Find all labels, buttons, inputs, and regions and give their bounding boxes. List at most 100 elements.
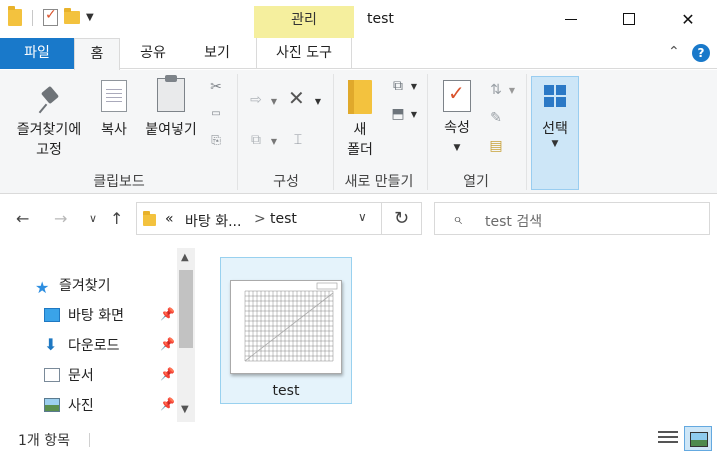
new-folder-icon[interactable] <box>64 8 80 24</box>
up-button[interactable]: ↑ <box>110 209 123 228</box>
close-button[interactable]: ✕ <box>659 0 717 38</box>
copy-to-icon[interactable]: ⧉ <box>248 132 264 148</box>
clipboard-group-label: 클립보드 <box>93 174 145 190</box>
scroll-down-icon[interactable]: ▼ <box>181 404 189 415</box>
copy-button[interactable]: 복사 <box>94 80 134 140</box>
easy-access-dropdown-icon[interactable]: ▼ <box>406 107 422 123</box>
properties-icon[interactable] <box>43 7 58 26</box>
delete-dropdown-icon[interactable]: ▼ <box>310 94 326 110</box>
status-bar: 1개 항목 <box>0 423 717 455</box>
documents-icon <box>44 368 60 382</box>
window-title: test <box>367 11 394 27</box>
cut-icon[interactable]: ✂ <box>208 79 224 95</box>
recent-locations-button[interactable]: ∨ <box>89 212 97 225</box>
breadcrumb-desktop[interactable]: 바탕 화... <box>185 211 241 231</box>
pin-to-quick-access-button[interactable]: 즐겨찾기에 고정 <box>6 86 92 160</box>
breadcrumb-separator[interactable]: > <box>254 211 266 227</box>
thumbnail-graphic <box>231 281 341 373</box>
refresh-button[interactable]: ↻ <box>382 202 422 235</box>
sidebar-item-quick-access[interactable]: ★ 즐겨찾기 <box>35 275 111 297</box>
folder-icon <box>8 6 22 26</box>
forward-arrow-icon: → <box>54 209 68 228</box>
breadcrumb-overflow[interactable]: « <box>165 211 174 227</box>
new-folder-label-line2: 폴더 <box>347 142 373 158</box>
organize-group-label: 구성 <box>273 174 299 190</box>
help-icon[interactable]: ? <box>692 44 710 62</box>
sidebar-item-downloads[interactable]: ⬇ 다운로드 <box>44 335 120 355</box>
customize-toolbar-dropdown-icon[interactable]: ▼ <box>86 12 94 23</box>
minimize-icon <box>565 18 577 20</box>
new-item-dropdown-icon[interactable]: ▼ <box>406 79 422 95</box>
minimize-button[interactable] <box>542 0 600 38</box>
sidebar-item-documents[interactable]: 문서 <box>44 365 94 385</box>
pin-icon <box>38 86 60 116</box>
maximize-button[interactable] <box>600 0 658 38</box>
new-folder-button[interactable]: 새 폴더 <box>338 80 382 160</box>
paste-shortcut-icon[interactable]: ⎘ <box>208 132 224 148</box>
tab-file[interactable]: 파일 <box>0 38 74 69</box>
select-dropdown-icon: ▼ <box>551 139 559 149</box>
breadcrumb-current[interactable]: test <box>270 211 297 227</box>
delete-icon[interactable]: ✕ <box>288 88 305 108</box>
properties-button[interactable]: 속성 ▼ <box>436 80 478 158</box>
sidebar-item-desktop[interactable]: 바탕 화면 <box>44 305 124 325</box>
move-to-dropdown-icon[interactable]: ▼ <box>266 94 282 110</box>
scroll-up-icon[interactable]: ▲ <box>181 252 189 263</box>
sidebar-item-label: 바탕 화면 <box>68 308 124 324</box>
edit-icon[interactable]: ✎ <box>488 110 504 126</box>
sidebar-item-label: 다운로드 <box>68 338 120 354</box>
back-button[interactable]: ← <box>16 209 29 228</box>
rename-icon[interactable]: ⌶ <box>290 132 306 148</box>
pin-icon: 📌 <box>160 397 175 411</box>
search-placeholder[interactable]: test 검색 <box>485 211 542 231</box>
new-item-icon[interactable]: ⧉ <box>390 78 406 94</box>
large-icons-view-icon[interactable] <box>684 426 712 451</box>
folder-icon <box>143 211 156 226</box>
tab-share[interactable]: 공유 <box>127 38 179 69</box>
move-to-icon[interactable]: ⇨ <box>248 92 264 108</box>
tab-picture-tools[interactable]: 사진 도구 <box>256 38 352 69</box>
scrollbar-thumb[interactable] <box>179 270 193 348</box>
search-box[interactable]: ⌕ test 검색 <box>434 202 710 235</box>
back-arrow-icon: ← <box>16 209 30 228</box>
tab-view[interactable]: 보기 <box>186 38 248 69</box>
history-icon[interactable]: ▤ <box>488 138 504 154</box>
easy-access-icon[interactable]: ⬒ <box>390 106 406 122</box>
select-button[interactable]: 선택 ▼ <box>531 76 579 190</box>
paste-button[interactable]: 붙여넣기 <box>140 75 202 140</box>
sidebar-item-label: 사진 <box>68 398 94 414</box>
ribbon: 즐겨찾기에 고정 복사 붙여넣기 ✂ ▭ ⎘ 클립보드 ⇨ ▼ ✕ ▼ ⧉ ▼ … <box>0 70 717 194</box>
sidebar-item-pictures[interactable]: 사진 <box>44 395 94 415</box>
navigation-pane: ★ 즐겨찾기 바탕 화면 📌 ⬇ 다운로드 📌 문서 📌 사진 📌 <box>0 245 197 423</box>
star-icon: ★ <box>35 278 50 297</box>
address-dropdown-icon[interactable]: ∨ <box>358 210 367 224</box>
group-divider <box>427 74 428 190</box>
file-list: test <box>205 245 717 423</box>
pin-icon: 📌 <box>160 307 175 321</box>
file-name[interactable]: test <box>221 383 351 399</box>
open-group-label: 열기 <box>463 174 489 190</box>
tab-home[interactable]: 홈 <box>74 38 120 70</box>
refresh-icon: ↻ <box>393 208 410 229</box>
download-icon: ⬇ <box>44 335 58 354</box>
desktop-icon <box>44 308 60 322</box>
copy-to-dropdown-icon[interactable]: ▼ <box>266 134 282 150</box>
open-icon[interactable]: ⇅ <box>488 82 504 98</box>
pictures-icon <box>44 398 60 412</box>
forward-button[interactable]: → <box>54 209 67 228</box>
status-divider <box>89 433 90 447</box>
item-count: 1개 항목 <box>18 433 70 449</box>
navigation-bar: ← → ∨ ↑ « 바탕 화... > test ∨ ↻ ⌕ test 검색 <box>0 195 717 245</box>
properties-icon <box>443 80 471 112</box>
details-view-icon[interactable] <box>658 431 678 447</box>
nav-pane-scrollbar[interactable]: ▲ ▼ <box>177 248 195 422</box>
collapse-ribbon-icon[interactable]: ⌃ <box>668 44 680 60</box>
context-tab-manage: 관리 <box>254 6 354 38</box>
address-bar[interactable]: « 바탕 화... > test ∨ <box>136 202 382 235</box>
open-dropdown-icon[interactable]: ▼ <box>504 83 520 99</box>
file-item[interactable]: test <box>220 257 352 404</box>
title-bar: ▼ 관리 test ✕ <box>0 0 717 38</box>
copy-path-icon[interactable]: ▭ <box>208 106 224 122</box>
properties-dropdown-icon: ▼ <box>453 143 461 153</box>
select-icon <box>544 85 566 107</box>
